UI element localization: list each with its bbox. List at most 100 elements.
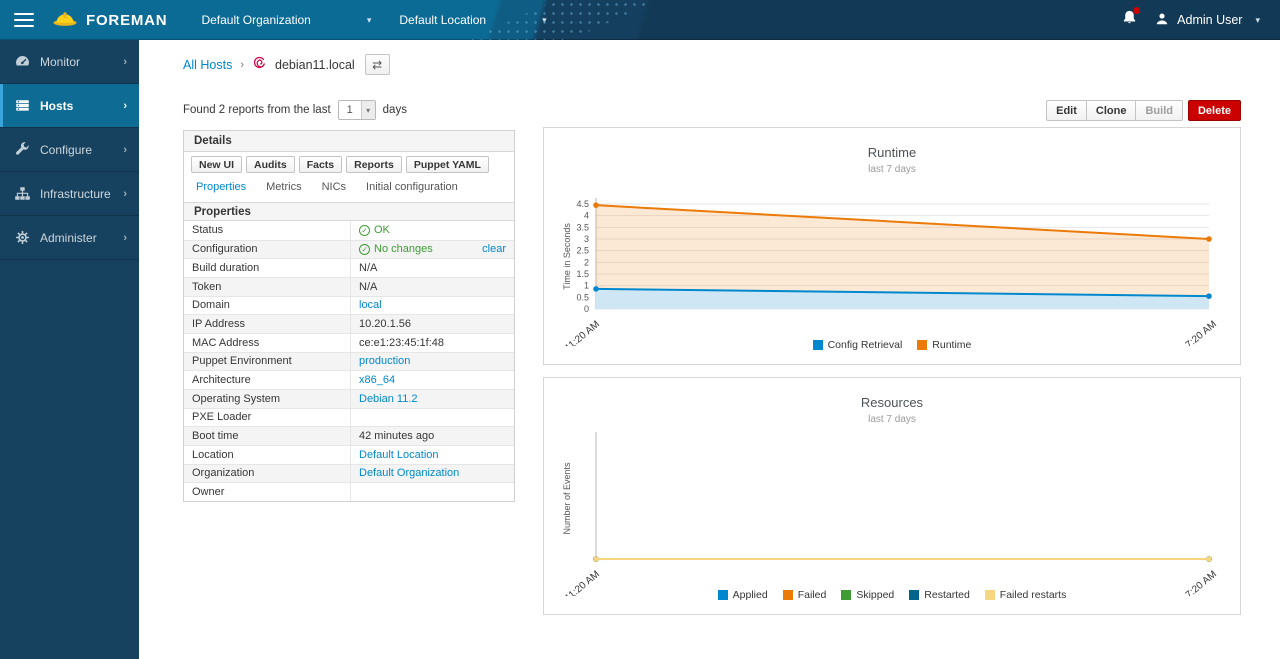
chevron-right-icon: › (123, 100, 127, 112)
sidebar-item-monitor[interactable]: Monitor› (0, 40, 139, 84)
legend-item-skipped[interactable]: Skipped (841, 589, 894, 601)
svg-text:0.5: 0.5 (576, 292, 589, 302)
audits-button[interactable]: Audits (246, 156, 295, 173)
bell-icon (1121, 13, 1138, 30)
facts-button[interactable]: Facts (299, 156, 342, 173)
properties-table: Status ✓OK Configuration ✓No changes clear Bu… (184, 221, 514, 501)
days-select[interactable]: 1 ▾ (338, 100, 376, 120)
table-row: Build durationN/A (184, 258, 514, 277)
sidebar-item-administer[interactable]: Administer› (0, 216, 139, 260)
property-value: Default Location (350, 446, 514, 464)
legend-label: Applied (733, 589, 768, 601)
property-label: Configuration (184, 241, 350, 259)
clone-button[interactable]: Clone (1086, 100, 1136, 121)
sidebar-item-label: Configure (40, 143, 92, 157)
foreman-brand[interactable]: FOREMAN (52, 9, 167, 32)
table-row: Token N/A (184, 277, 514, 296)
property-label: Token (184, 278, 350, 296)
svg-text:1: 1 (584, 281, 589, 291)
property-label: Boot time (184, 427, 350, 445)
host-switcher-button[interactable]: ⇄ (365, 54, 390, 75)
property-value (350, 483, 514, 501)
breadcrumb-separator: › (240, 59, 244, 71)
caret-down-icon: ▾ (361, 101, 375, 119)
property-value: 42 minutes ago (350, 427, 514, 445)
svg-text:Number of Events: Number of Events (562, 462, 572, 535)
sidebar-item-infrastructure[interactable]: Infrastructure › (0, 172, 139, 216)
tab-nics[interactable]: NICs (312, 178, 356, 196)
host-actions-toolbar: EditCloneBuild Delete (1046, 100, 1241, 121)
sidebar-item-label: Hosts (40, 99, 73, 113)
property-label: Architecture (184, 371, 350, 389)
legend-swatch-icon (917, 340, 927, 350)
property-value: 10.20.1.56 (350, 315, 514, 333)
status-badge: ✓No changes (359, 243, 433, 255)
chevron-right-icon: › (123, 188, 127, 200)
tab-metrics[interactable]: Metrics (256, 178, 311, 196)
location-dropdown[interactable]: Default Location ▾ (385, 0, 560, 40)
reports-button[interactable]: Reports (346, 156, 402, 173)
sidebar-item-hosts[interactable]: Hosts › (0, 84, 139, 128)
property-link[interactable]: Debian 11.2 (359, 393, 418, 405)
page-title-host: debian11.local (275, 58, 355, 72)
svg-text:3: 3 (584, 234, 589, 244)
sidebar-item-label: Infrastructure (40, 187, 111, 201)
property-link[interactable]: Default Organization (359, 467, 459, 479)
caret-down-icon: ▾ (542, 15, 547, 26)
runtime-chart: 00.511.522.533.544.5Time in Seconds11/25… (544, 180, 1240, 346)
status-text: No changes (374, 243, 433, 255)
property-text: N/A (359, 281, 377, 293)
property-text: 10.20.1.56 (359, 318, 411, 330)
sidebar-item-configure[interactable]: Configure› (0, 128, 139, 172)
table-row: Owner (184, 482, 514, 501)
property-link[interactable]: production (359, 355, 410, 367)
user-menu-dropdown[interactable]: Admin User ▾ (1154, 11, 1260, 30)
delete-button[interactable]: Delete (1188, 100, 1241, 121)
property-label: Owner (184, 483, 350, 501)
table-row: PXE Loader (184, 408, 514, 427)
legend-item-failed[interactable]: Failed (783, 589, 827, 601)
legend-item-failed-restarts[interactable]: Failed restarts (985, 589, 1067, 601)
breadcrumb-all-hosts-link[interactable]: All Hosts (183, 58, 232, 72)
property-label: Operating System (184, 390, 350, 408)
legend-item-applied[interactable]: Applied (718, 589, 768, 601)
notification-badge (1133, 7, 1140, 14)
svg-text:2.5: 2.5 (576, 246, 589, 256)
sitemap-icon (14, 185, 31, 202)
tab-properties[interactable]: Properties (186, 178, 256, 196)
property-label: Status (184, 221, 350, 240)
legend-label: Config Retrieval (828, 339, 903, 351)
property-label: Location (184, 446, 350, 464)
svg-text:Time in Seconds: Time in Seconds (562, 223, 572, 290)
legend-item-restarted[interactable]: Restarted (909, 589, 970, 601)
status-badge: ✓OK (359, 224, 390, 236)
table-row: Architecture x86_64 (184, 370, 514, 389)
legend-swatch-icon (783, 590, 793, 600)
property-value: N/A (350, 278, 514, 296)
new-ui-button[interactable]: New UI (191, 156, 242, 173)
legend-label: Skipped (856, 589, 894, 601)
top-navbar: FOREMAN Default Organization ▾ Default L… (0, 0, 1280, 40)
svg-text:3.5: 3.5 (576, 222, 589, 232)
organization-label: Default Organization (201, 13, 310, 27)
property-text: ce:e1:23:45:1f:48 (359, 337, 444, 349)
tab-initial-configuration[interactable]: Initial configuration (356, 178, 468, 196)
resources-chart-subtitle: last 7 days (544, 414, 1240, 425)
legend-label: Failed restarts (1000, 589, 1067, 601)
legend-item-runtime[interactable]: Runtime (917, 339, 971, 351)
legend-item-config-retrieval[interactable]: Config Retrieval (813, 339, 903, 351)
clear-link[interactable]: clear (482, 243, 506, 255)
table-row: Domainlocal (184, 296, 514, 315)
notifications-button[interactable] (1121, 9, 1138, 31)
table-row: OrganizationDefault Organization (184, 464, 514, 483)
edit-button[interactable]: Edit (1046, 100, 1086, 121)
property-text: 42 minutes ago (359, 430, 434, 442)
puppet-yaml-button[interactable]: Puppet YAML (406, 156, 489, 173)
property-text: N/A (359, 262, 377, 274)
property-link[interactable]: x86_64 (359, 374, 395, 386)
runtime-chart-title: Runtime (544, 145, 1240, 160)
menu-toggle-icon[interactable] (14, 13, 34, 27)
organization-dropdown[interactable]: Default Organization ▾ (187, 0, 385, 40)
property-link[interactable]: Default Location (359, 449, 439, 461)
property-link[interactable]: local (359, 299, 382, 311)
